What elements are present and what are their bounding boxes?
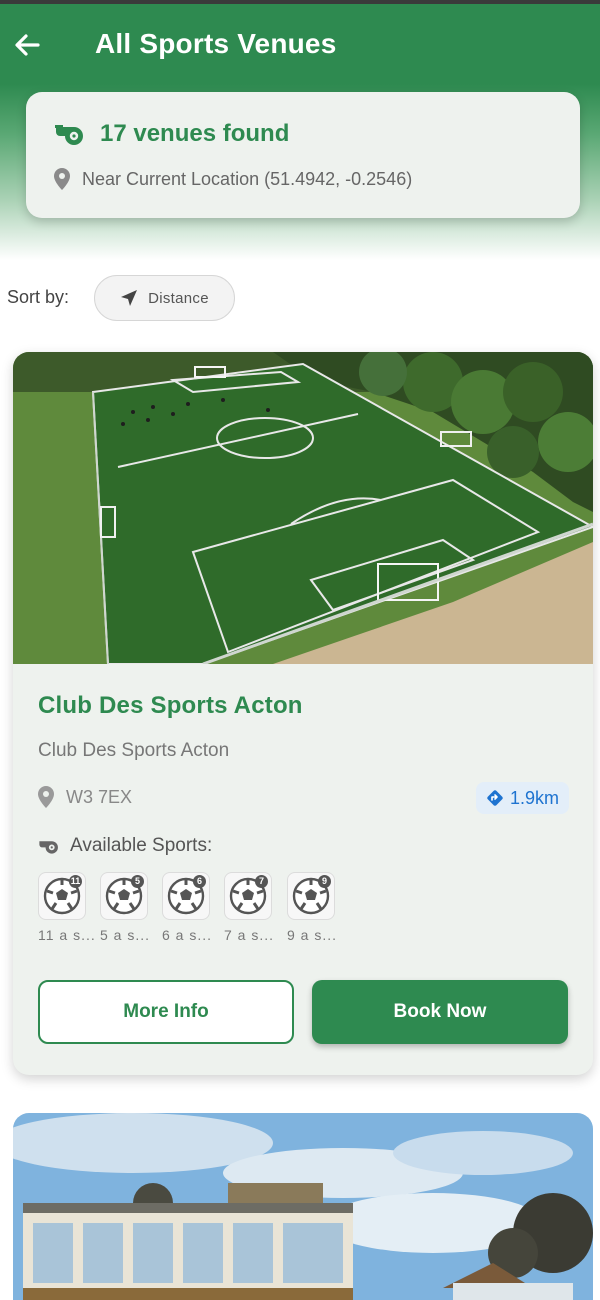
sport-label: 5 a s... [100,927,151,943]
summary-count-row: 17 venues found [54,120,289,148]
location-pin-icon [38,786,54,808]
venue-card[interactable]: Club Des Sports Acton Club Des Sports Ac… [13,352,593,1075]
sport-6-a-side[interactable]: 6 6 a s... [162,872,216,943]
more-info-button[interactable]: More Info [38,980,294,1044]
sport-label: 6 a s... [162,927,213,943]
summary-card: 17 venues found Near Current Location (5… [26,92,580,218]
sport-badge: 7 [255,875,268,888]
navigation-arrow-icon [121,290,138,306]
sport-tile: 6 [162,872,210,920]
sort-chip-label: Distance [148,289,209,307]
back-button[interactable] [8,26,46,64]
location-pin-icon [54,168,70,190]
sport-label: 7 a s... [224,927,275,943]
sport-11-a-side[interactable]: 11 11 a s... [38,872,96,943]
distance-text: 1.9km [509,787,559,808]
venue-subtitle: Club Des Sports Acton [38,740,230,761]
whistle-icon [55,125,83,145]
page-title: All Sports Venues [95,28,337,59]
venue-postcode-row: W3 7EX [38,786,132,808]
sports-heading: Available Sports: [70,835,213,856]
directions-diamond-icon [487,790,503,806]
sport-tile: 11 [38,872,86,920]
sort-distance-chip[interactable]: Distance [94,275,235,321]
arrow-left-icon [15,34,40,56]
venue-card[interactable] [13,1113,593,1300]
sport-label: 9 a s... [287,927,338,943]
location-text: Near Current Location (51.4942, -0.2546) [82,168,413,189]
distance-badge: 1.9km [475,782,569,814]
sports-heading-row: Available Sports: [38,835,212,857]
summary-location-row: Near Current Location (51.4942, -0.2546) [54,168,412,190]
venue-name[interactable]: Club Des Sports Acton [38,692,303,720]
venues-count: 17 venues found [100,120,290,147]
whistle-icon [39,841,58,854]
sport-tile: 5 [100,872,148,920]
sport-9-a-side[interactable]: 9 9 a s... [287,872,341,943]
sport-badge: 5 [131,875,144,888]
book-now-button[interactable]: Book Now [312,980,568,1044]
sport-badge: 9 [318,875,331,888]
sport-badge: 6 [193,875,206,888]
sport-tile: 7 [224,872,272,920]
sport-5-a-side[interactable]: 5 5 a s... [100,872,154,943]
venue-postcode: W3 7EX [66,786,133,807]
sort-label: Sort by: [7,287,70,307]
venue-photo [13,1113,593,1300]
venue-photo [13,352,593,664]
sport-tile: 9 [287,872,335,920]
sport-badge: 11 [69,875,82,888]
sport-7-a-side[interactable]: 7 7 a s... [224,872,278,943]
sport-label: 11 a s... [38,927,96,943]
